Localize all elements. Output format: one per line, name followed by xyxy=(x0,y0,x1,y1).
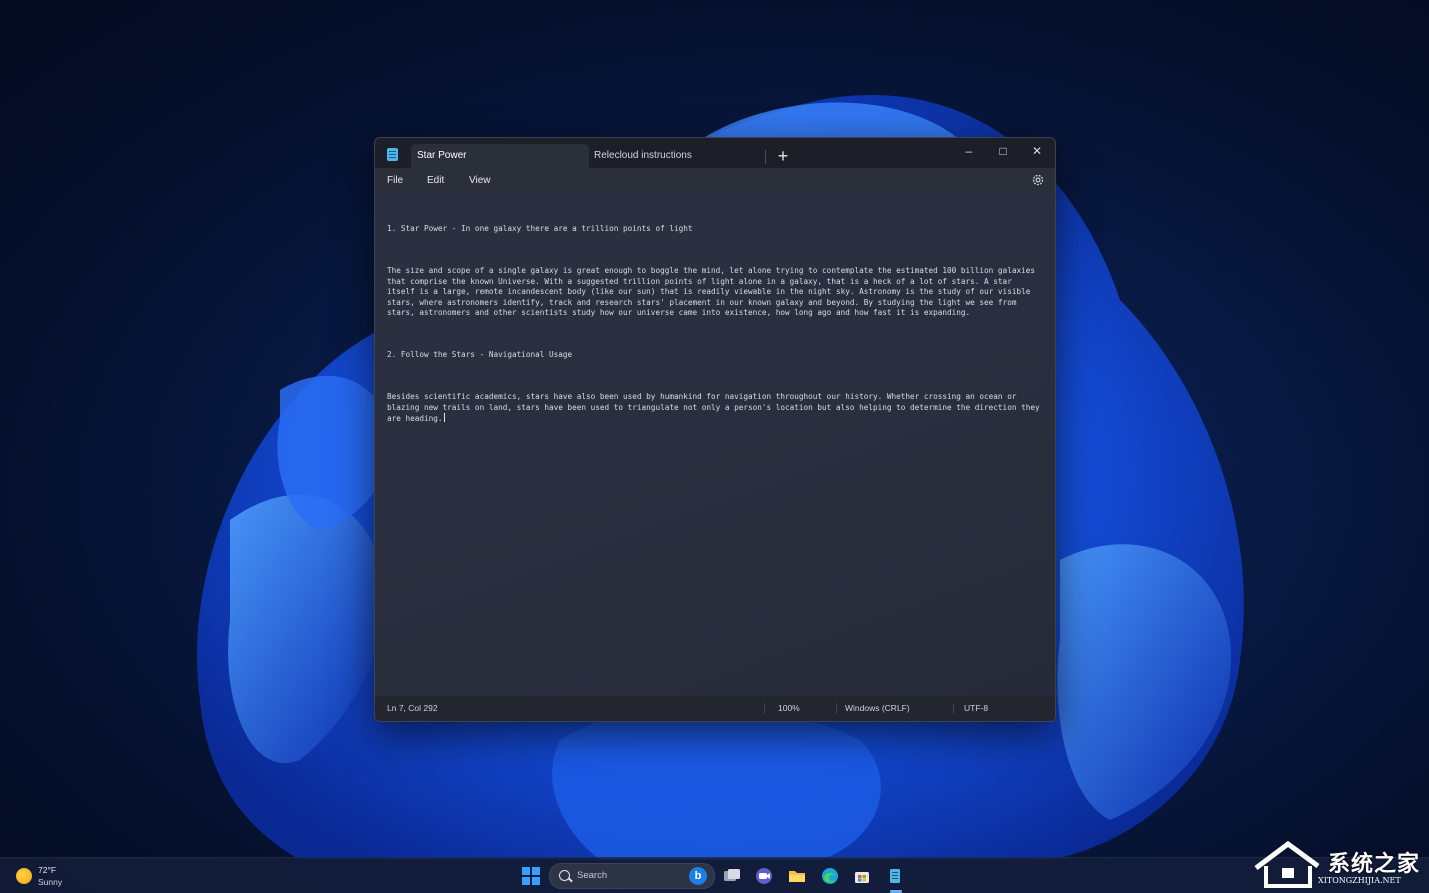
bing-icon[interactable]: b xyxy=(689,867,707,885)
weather-condition[interactable]: Sunny xyxy=(38,877,62,887)
tab-divider xyxy=(765,150,766,164)
weather-temperature[interactable]: 72°F xyxy=(38,865,56,875)
edge-icon[interactable] xyxy=(820,866,840,886)
file-explorer-icon[interactable] xyxy=(787,866,807,886)
minimize-button[interactable]: – xyxy=(952,138,986,164)
paragraph-text: Besides scientific academics, stars have… xyxy=(387,392,1045,423)
tab-relecloud-instructions[interactable]: Relecloud instructions xyxy=(594,144,764,168)
title-bar[interactable]: Star Power Relecloud instructions + – □ … xyxy=(375,138,1055,168)
house-logo-icon xyxy=(1254,840,1320,888)
status-divider xyxy=(836,703,837,714)
new-tab-button[interactable]: + xyxy=(773,146,793,166)
close-button[interactable]: ✕ xyxy=(1020,138,1054,164)
document-text[interactable]: 1. Star Power - In one galaxy there are … xyxy=(387,203,1043,456)
text-editor[interactable]: 1. Star Power - In one galaxy there are … xyxy=(375,193,1055,696)
watermark-url: XITONGZHIJIA.NET xyxy=(1318,876,1401,885)
cursor-position: Ln 7, Col 292 xyxy=(387,703,438,713)
line-ending[interactable]: Windows (CRLF) xyxy=(845,696,910,721)
taskbar: 72°F Sunny Search b xyxy=(0,857,1429,893)
encoding[interactable]: UTF-8 xyxy=(964,696,988,721)
status-divider xyxy=(953,703,954,714)
notepad-icon[interactable] xyxy=(885,866,905,886)
tab-label: Star Power xyxy=(417,150,467,161)
menu-bar: File Edit View xyxy=(375,168,1055,193)
site-watermark: 系统之家 XITONGZHIJIA.NET xyxy=(1252,838,1424,890)
paragraph: 1. Star Power - In one galaxy there are … xyxy=(387,224,693,233)
gear-icon[interactable] xyxy=(1031,173,1045,187)
store-icon[interactable] xyxy=(852,866,872,886)
notepad-window: Star Power Relecloud instructions + – □ … xyxy=(374,137,1056,722)
teams-icon[interactable] xyxy=(754,866,774,886)
search-label: Search xyxy=(577,870,608,881)
tab-star-power[interactable]: Star Power xyxy=(411,144,589,168)
task-view-icon[interactable] xyxy=(722,866,742,886)
zoom-level[interactable]: 100% xyxy=(778,696,800,721)
menu-file[interactable]: File xyxy=(387,168,403,193)
paragraph: The size and scope of a single galaxy is… xyxy=(387,266,1040,317)
notepad-app-icon xyxy=(387,148,398,161)
search-box[interactable]: Search b xyxy=(549,863,715,889)
menu-view[interactable]: View xyxy=(469,168,491,193)
text-cursor xyxy=(443,413,445,422)
sun-icon[interactable] xyxy=(16,868,32,884)
status-bar: Ln 7, Col 292 100% Windows (CRLF) UTF-8 xyxy=(375,696,1055,721)
paragraph-last: Besides scientific academics, stars have… xyxy=(387,392,1043,425)
search-icon xyxy=(559,870,570,881)
menu-edit[interactable]: Edit xyxy=(427,168,444,193)
tab-label: Relecloud instructions xyxy=(594,150,692,161)
start-icon[interactable] xyxy=(522,867,540,885)
watermark-title: 系统之家 xyxy=(1328,852,1421,877)
maximize-button[interactable]: □ xyxy=(986,138,1020,164)
paragraph: 2. Follow the Stars - Navigational Usage xyxy=(387,350,573,359)
status-divider xyxy=(764,703,765,714)
